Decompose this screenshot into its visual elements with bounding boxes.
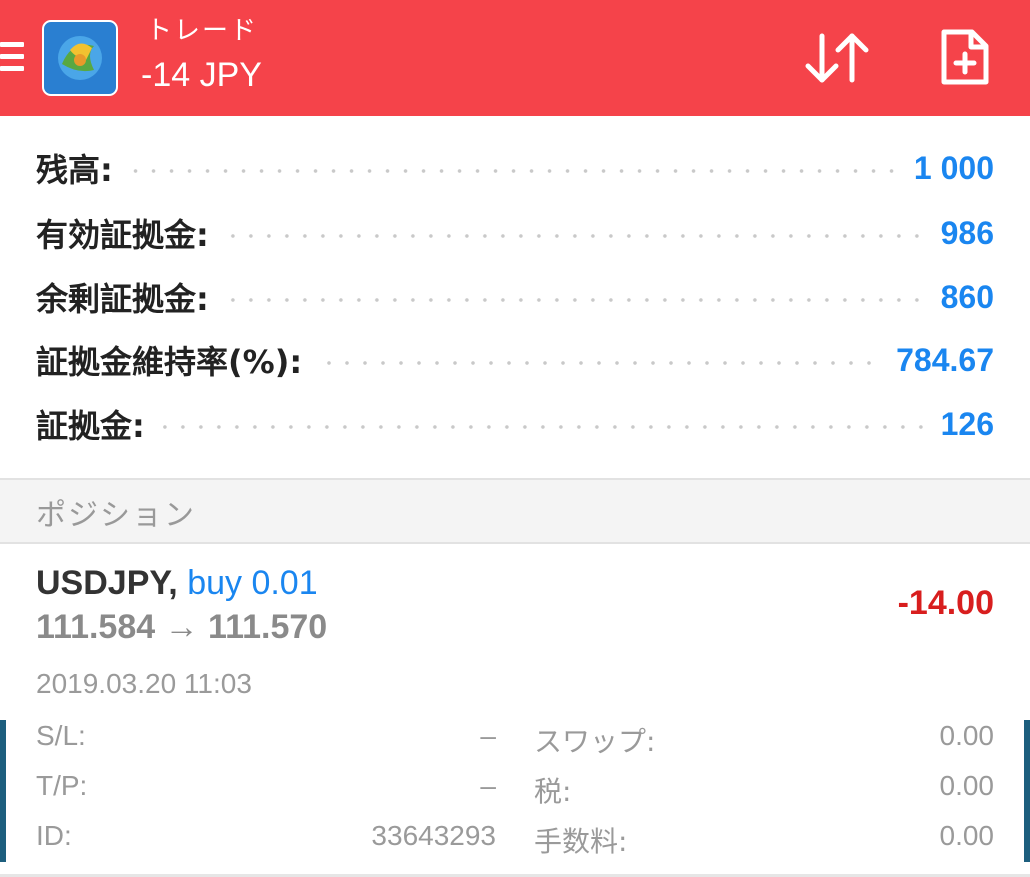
- dot-leader: [162, 425, 923, 429]
- position-symbol: USDJPY,: [36, 564, 178, 602]
- account-summary: 残高: 1 000 有効証拠金: 986 余剰証拠金: 860 証拠金維持率(%…: [0, 116, 1030, 478]
- selection-bar-left: [0, 720, 6, 862]
- position-header: USDJPY, buy 0.01: [36, 564, 318, 603]
- position-open-time: 2019.03.20 11:03: [36, 668, 252, 699]
- app-logo: [42, 20, 118, 96]
- position-side: buy 0.01: [187, 564, 318, 602]
- section-title: ポジション: [36, 498, 196, 533]
- summary-row-balance: 残高: 1 000: [36, 146, 994, 190]
- dot-leader: [130, 169, 896, 173]
- fee-value: 0.00: [939, 820, 995, 851]
- app-header: トレード -14 JPY: [0, 0, 1030, 116]
- summary-label: 余剰証拠金:: [36, 280, 209, 318]
- summary-label: 証拠金維持率(%):: [36, 343, 303, 381]
- positions-section-header: ポジション: [0, 478, 1030, 544]
- tax-label: 税:: [534, 775, 572, 808]
- summary-value: 860: [940, 278, 994, 315]
- summary-label: 有効証拠金:: [36, 216, 209, 254]
- menu-icon[interactable]: [0, 38, 26, 76]
- summary-row-free-margin: 余剰証拠金: 860: [36, 275, 994, 319]
- id-label: ID:: [36, 820, 72, 851]
- sort-icon[interactable]: [802, 30, 872, 86]
- swap-label: スワップ:: [534, 725, 656, 758]
- id-value: 33643293: [371, 820, 496, 851]
- summary-row-margin-level: 証拠金維持率(%): 784.67: [36, 338, 994, 382]
- sl-label: S/L:: [36, 720, 86, 751]
- profit-summary: -14 JPY: [141, 56, 262, 94]
- selection-bar-right: [1024, 720, 1030, 862]
- dot-leader: [226, 298, 923, 302]
- swap-value: 0.00: [939, 720, 995, 751]
- sl-value: –: [480, 720, 496, 751]
- summary-value: 784.67: [896, 341, 994, 378]
- summary-row-equity: 有効証拠金: 986: [36, 211, 994, 255]
- summary-value: 1 000: [913, 149, 994, 186]
- summary-value: 986: [940, 214, 994, 251]
- summary-value: 126: [940, 405, 994, 442]
- tp-value: –: [480, 770, 496, 801]
- dot-leader: [320, 361, 879, 365]
- summary-row-margin: 証拠金: 126: [36, 402, 994, 446]
- page-title: トレード: [146, 16, 259, 46]
- tax-value: 0.00: [939, 770, 995, 801]
- summary-label: 証拠金:: [36, 407, 145, 445]
- position-item[interactable]: USDJPY, buy 0.01 111.584 → 111.570 -14.0…: [0, 544, 1030, 877]
- fee-label: 手数料:: [534, 825, 628, 858]
- new-order-icon[interactable]: [940, 28, 990, 86]
- position-profit: -14.00: [897, 584, 994, 622]
- tp-label: T/P:: [36, 770, 88, 801]
- position-prices: 111.584 → 111.570: [36, 608, 328, 646]
- summary-label: 残高:: [36, 151, 113, 189]
- dot-leader: [226, 234, 923, 238]
